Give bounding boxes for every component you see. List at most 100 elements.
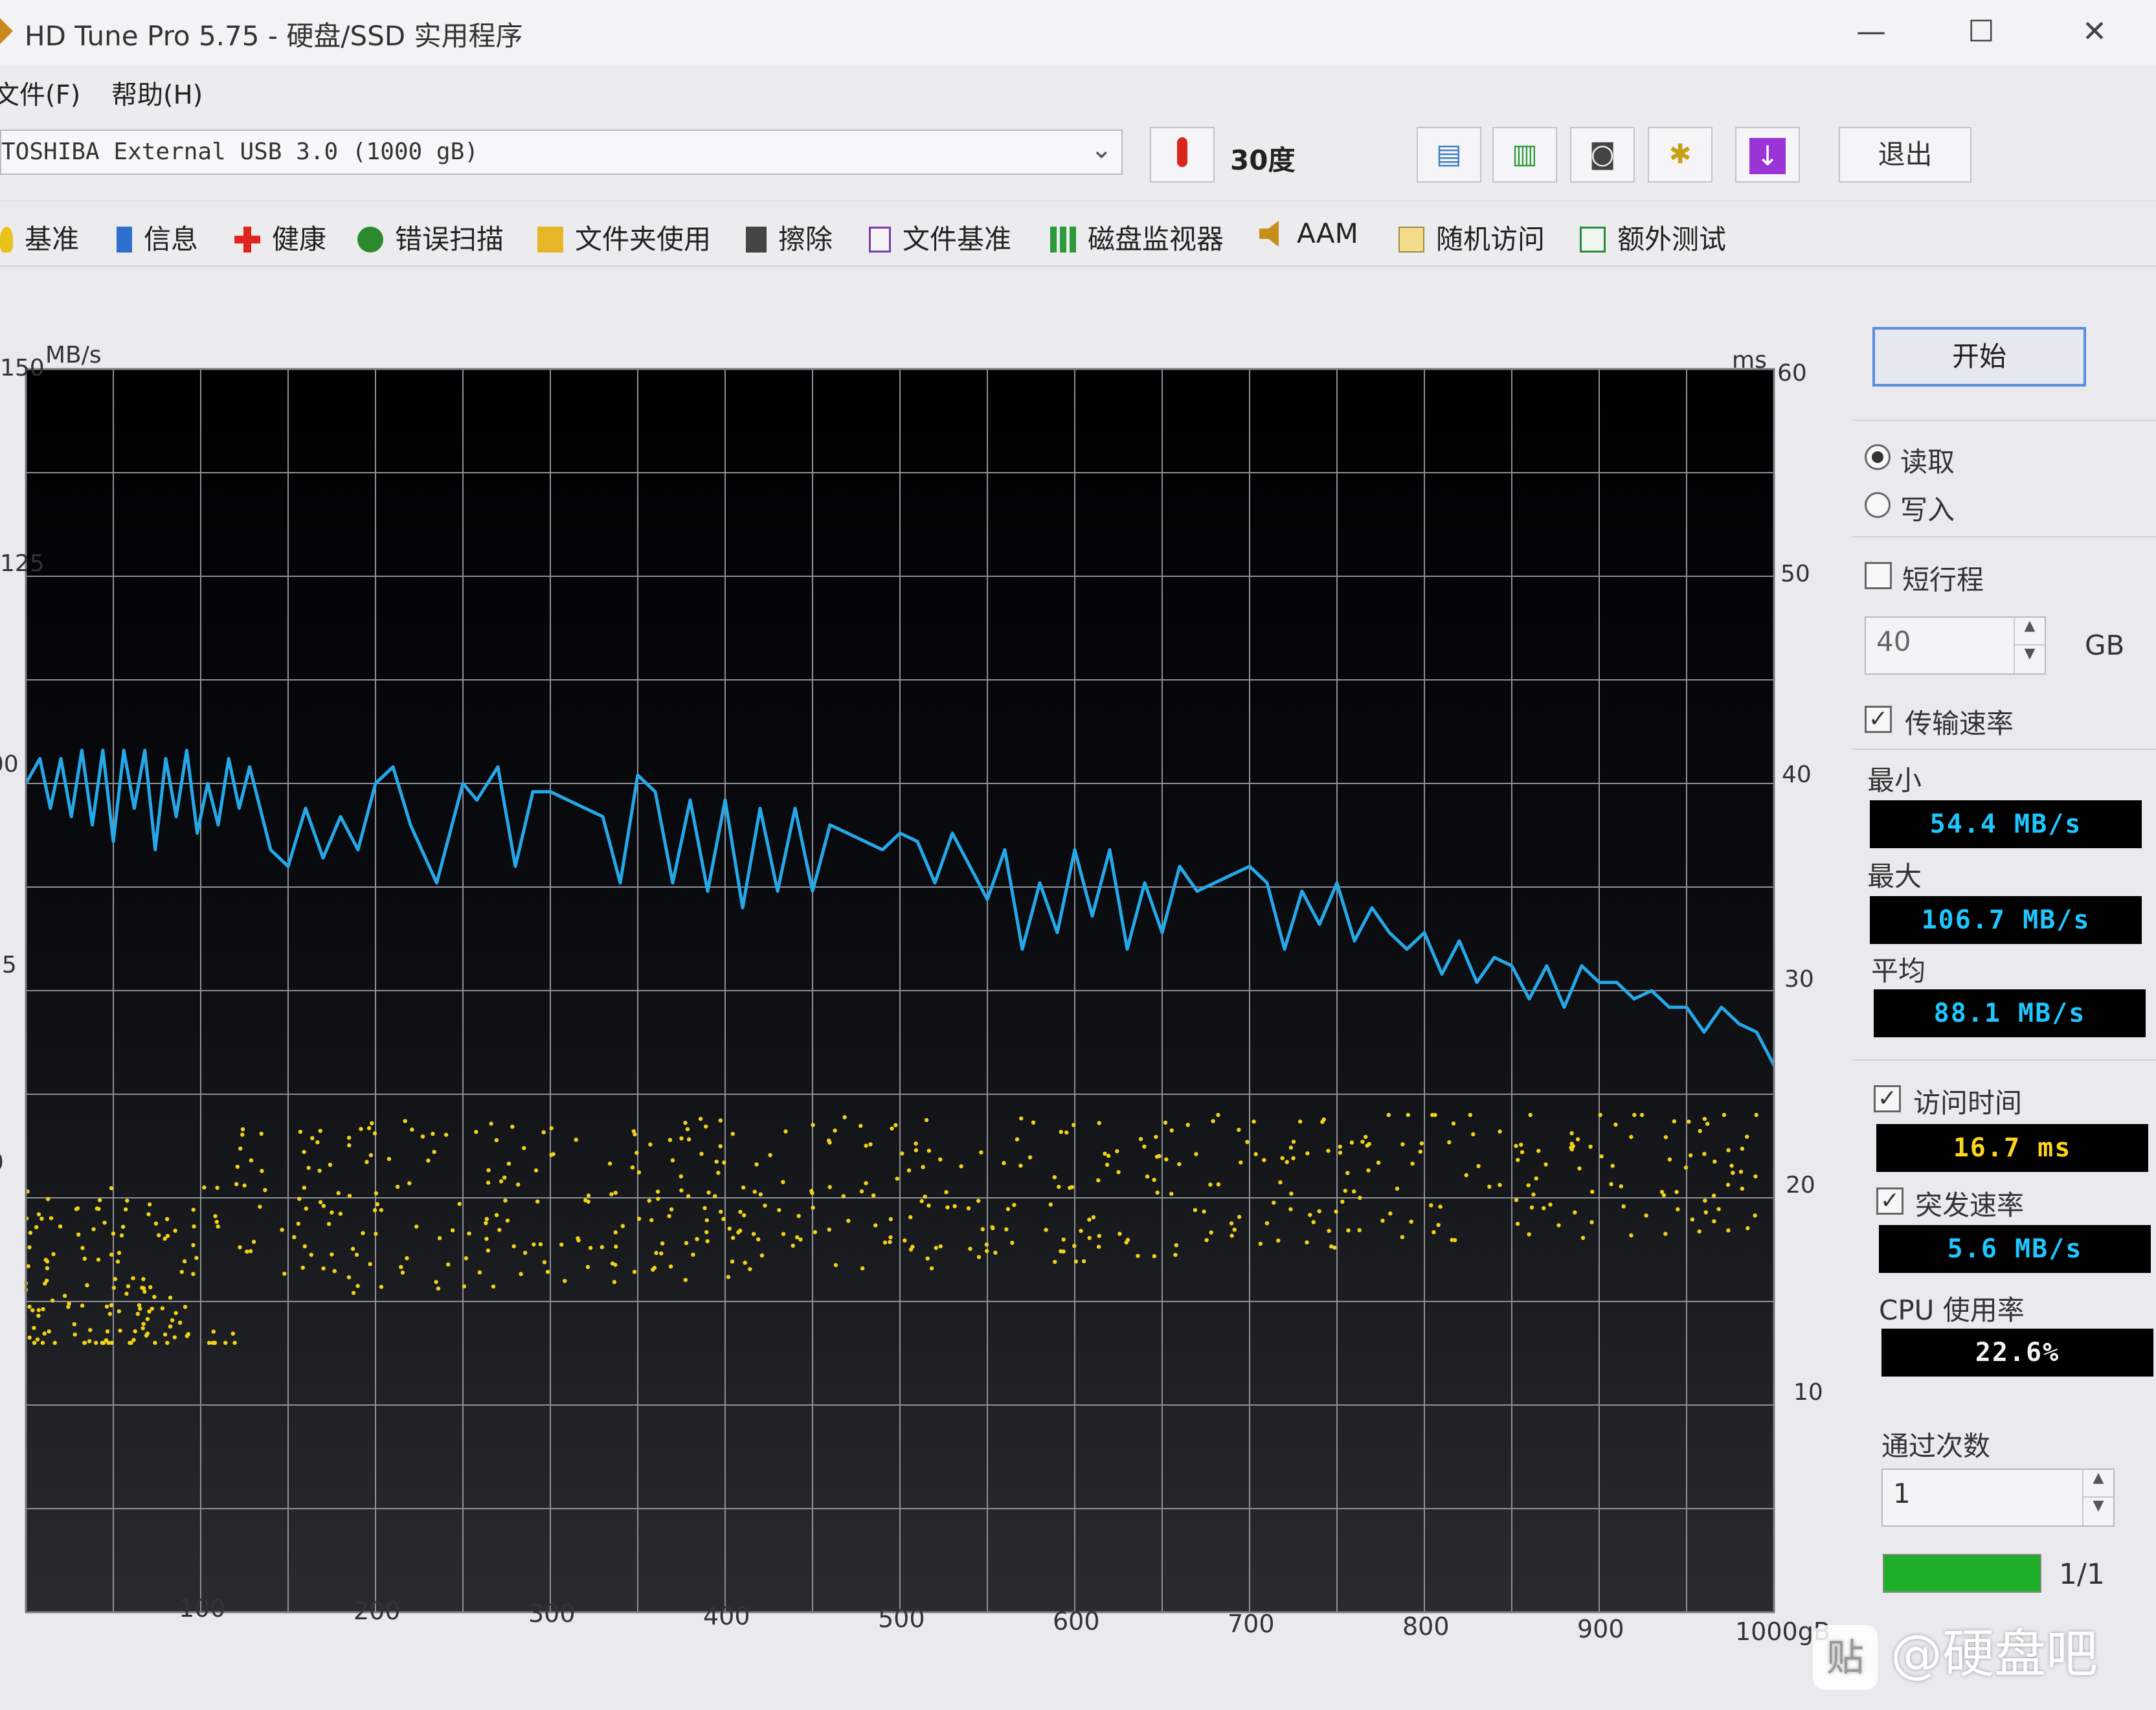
x-tick-label: 800 xyxy=(1402,1612,1450,1641)
access-time-point xyxy=(1590,1189,1595,1194)
access-time-point xyxy=(923,1195,927,1199)
access-time-point xyxy=(484,1221,488,1226)
spin-down-icon[interactable]: ▼ xyxy=(2014,644,2045,673)
save-results-button[interactable]: ▥ xyxy=(1492,127,1557,183)
tab-erase[interactable]: 擦除 xyxy=(746,218,833,257)
tab-health[interactable]: 健康 xyxy=(234,218,326,257)
access-time-point xyxy=(95,1206,99,1211)
read-radio[interactable] xyxy=(1865,444,1891,470)
download-button[interactable]: ↓ xyxy=(1735,127,1800,183)
access-time-point xyxy=(330,1252,334,1257)
access-time-point xyxy=(873,1223,878,1228)
trash-icon xyxy=(746,227,767,253)
tab-disk-monitor[interactable]: 磁盘监视器 xyxy=(1050,218,1224,257)
thermometer-icon xyxy=(1150,127,1215,183)
screenshot-button[interactable]: ◙ xyxy=(1570,127,1635,183)
access-time-checkbox[interactable]: ✓ xyxy=(1874,1085,1901,1112)
access-time-point xyxy=(395,1184,400,1189)
access-time-point xyxy=(1380,1219,1385,1223)
passes-spinner[interactable]: 1 ▲ ▼ xyxy=(1881,1468,2115,1527)
menu-file[interactable]: 文件(F) xyxy=(0,74,80,111)
access-time-point xyxy=(292,1235,297,1239)
access-time-point xyxy=(173,1228,177,1233)
spin-up-icon[interactable]: ▲ xyxy=(2014,618,2045,646)
options-button[interactable]: ✱ xyxy=(1648,127,1712,183)
maximize-button[interactable]: ☐ xyxy=(1952,12,2010,51)
access-time-point xyxy=(375,1202,379,1207)
x-tick-label: 400 xyxy=(703,1602,750,1630)
close-button[interactable]: ✕ xyxy=(2065,12,2124,51)
access-time-point xyxy=(763,1203,767,1208)
access-time-point xyxy=(1298,1119,1303,1124)
access-time-point xyxy=(27,1245,32,1250)
tab-benchmark[interactable]: 基准 xyxy=(0,218,79,257)
access-time-point xyxy=(336,1191,341,1195)
access-time-point xyxy=(1514,1198,1519,1202)
spin-up-icon[interactable]: ▲ xyxy=(2082,1470,2113,1498)
access-time-point xyxy=(833,1263,838,1268)
tab-error-scan[interactable]: 错误扫描 xyxy=(357,218,504,257)
copy-info-button[interactable]: ▤ xyxy=(1417,127,1481,183)
access-time-point xyxy=(1345,1171,1350,1175)
exit-button[interactable]: 退出 xyxy=(1839,127,1971,183)
tab-label: 擦除 xyxy=(778,223,833,255)
access-time-point xyxy=(1321,1117,1326,1122)
access-time-point xyxy=(813,1230,818,1235)
access-time-point xyxy=(1073,1259,1079,1264)
access-time-point xyxy=(240,1127,245,1132)
access-time-point xyxy=(833,1128,837,1133)
start-button[interactable]: 开始 xyxy=(1872,327,2086,387)
access-time-point xyxy=(131,1276,135,1281)
access-time-point xyxy=(82,1340,87,1345)
access-time-point xyxy=(1364,1134,1368,1140)
access-time-point xyxy=(191,1272,196,1276)
access-time-point xyxy=(1262,1158,1266,1162)
access-time-point xyxy=(326,1222,331,1226)
access-time-point xyxy=(1476,1164,1481,1169)
access-time-point xyxy=(109,1340,114,1345)
access-time-point xyxy=(1580,1235,1586,1241)
access-time-point xyxy=(980,1227,985,1232)
spin-down-icon[interactable]: ▼ xyxy=(2082,1496,2113,1525)
tab-folder-usage[interactable]: 文件夹使用 xyxy=(537,218,711,257)
access-time-point xyxy=(1716,1207,1721,1211)
access-time-point xyxy=(1629,1233,1634,1238)
cpu-value: 22.6% xyxy=(1881,1329,2153,1377)
access-time-point xyxy=(1258,1241,1263,1246)
access-time-point xyxy=(781,1232,786,1237)
tab-file-benchmark[interactable]: 文件基准 xyxy=(869,218,1011,257)
access-time-point xyxy=(667,1214,671,1219)
toolbar: TOSHIBA External USB 3.0 (1000 gB) ⌄ 30度… xyxy=(0,117,2156,201)
tab-aam[interactable]: AAM xyxy=(1259,218,1358,249)
menu-help[interactable]: 帮助(H) xyxy=(111,74,203,111)
short-stroke-checkbox[interactable] xyxy=(1865,562,1892,589)
access-time-point xyxy=(1542,1206,1546,1211)
access-time-point xyxy=(34,1225,39,1230)
tab-info[interactable]: 信息 xyxy=(117,218,198,257)
access-time-point xyxy=(1117,1232,1122,1236)
burst-rate-checkbox[interactable]: ✓ xyxy=(1876,1187,1903,1215)
access-time-point xyxy=(328,1162,333,1167)
tab-random-access[interactable]: 随机访问 xyxy=(1398,218,1545,257)
drive-select[interactable]: TOSHIBA External USB 3.0 (1000 gB) ⌄ xyxy=(0,129,1123,175)
tab-label: 信息 xyxy=(144,223,199,255)
access-time-point xyxy=(318,1200,323,1204)
access-time-point xyxy=(1216,1112,1220,1118)
access-time-point xyxy=(245,1249,249,1254)
access-time-point xyxy=(1731,1171,1735,1175)
access-time-point xyxy=(742,1213,747,1218)
access-time-point xyxy=(706,1190,711,1195)
short-stroke-spinner[interactable]: 40 ▲ ▼ xyxy=(1865,616,2046,675)
access-time-point xyxy=(153,1221,159,1226)
access-time-point xyxy=(656,1197,660,1201)
access-time-point xyxy=(91,1227,96,1232)
write-radio[interactable] xyxy=(1865,492,1891,518)
access-time-point xyxy=(684,1241,689,1246)
right-tick-label: 10 xyxy=(1793,1379,1823,1406)
access-time-point xyxy=(1174,1243,1179,1248)
transfer-rate-checkbox[interactable]: ✓ xyxy=(1865,706,1892,733)
tab-extra-tests[interactable]: 额外测试 xyxy=(1580,218,1726,257)
access-time-point xyxy=(1406,1112,1410,1118)
access-time-point xyxy=(1514,1143,1518,1149)
minimize-button[interactable]: — xyxy=(1842,12,1900,51)
